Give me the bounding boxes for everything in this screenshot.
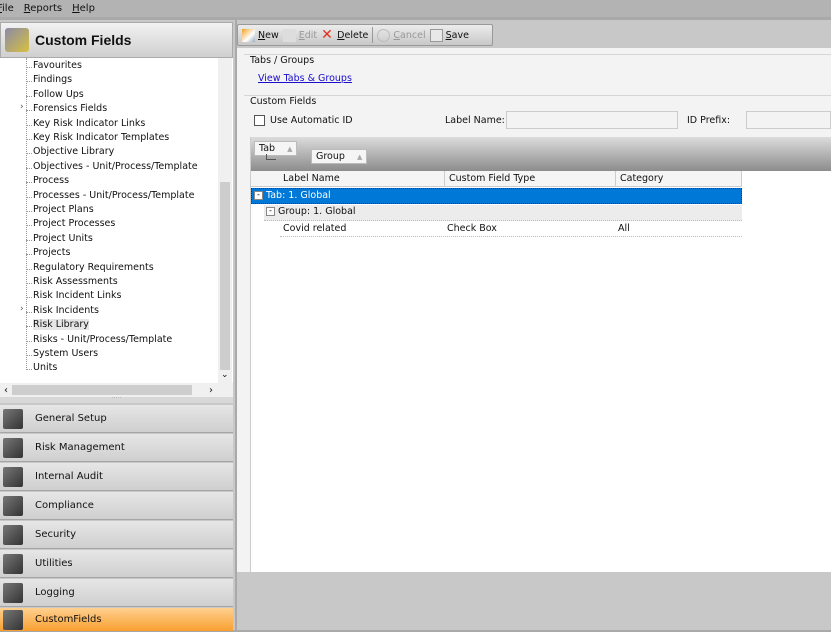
- nav-label: Security: [35, 529, 77, 540]
- delete-icon: ✕: [321, 26, 333, 43]
- use-automatic-id-label: Use Automatic ID: [270, 115, 353, 126]
- security-folder-icon: [3, 524, 23, 545]
- tree-view: Favourites Findings Follow Ups › Forensics F…: [0, 58, 233, 383]
- tab-group-row[interactable]: - Tab: 1. Global: [251, 188, 742, 204]
- tree-item[interactable]: Objective Library: [33, 146, 114, 157]
- save-button[interactable]: Save: [429, 28, 469, 42]
- tree-item[interactable]: Risks - Unit/Process/Template: [33, 334, 172, 345]
- left-panel-header: Custom Fields: [0, 22, 233, 58]
- edit-icon: [282, 28, 296, 42]
- label-name-label: Label Name:: [445, 115, 505, 126]
- id-prefix-label: ID Prefix:: [687, 115, 731, 126]
- splitter[interactable]: ·····: [0, 396, 233, 403]
- tabs-groups-title: Tabs / Groups: [250, 55, 315, 66]
- save-icon: [429, 28, 443, 42]
- group-by-panel: Tab ▲ Group ▲: [251, 137, 831, 171]
- utilities-icon: [3, 553, 23, 574]
- custom-fields-icon: [5, 28, 29, 52]
- menu-reports[interactable]: Reports: [24, 3, 62, 14]
- custom-fields-title: Custom Fields: [250, 96, 317, 107]
- group-by-group[interactable]: Group ▲: [311, 149, 368, 164]
- tree-item[interactable]: Key Risk Indicator Templates: [33, 132, 169, 143]
- nav-label: Compliance: [35, 500, 94, 511]
- risk-icon: [3, 437, 23, 458]
- checklist-icon: [3, 495, 23, 516]
- tree-item[interactable]: Forensics Fields: [33, 103, 107, 114]
- nav-label: Logging: [35, 587, 75, 598]
- clock-icon: [3, 582, 23, 603]
- nav-label: General Setup: [35, 413, 107, 424]
- nav-label: Utilities: [35, 558, 73, 569]
- scroll-down-icon[interactable]: ⌄: [221, 370, 229, 380]
- collapse-icon[interactable]: -: [266, 207, 275, 216]
- menu-bar: File Reports Help: [0, 0, 831, 17]
- table-row[interactable]: Covid related Check Box All: [280, 221, 742, 237]
- nav-utilities[interactable]: Utilities: [0, 550, 233, 578]
- group-row[interactable]: - Group: 1. Global: [264, 205, 742, 221]
- tree-item[interactable]: Risk Library: [33, 319, 89, 331]
- left-panel-title: Custom Fields: [35, 32, 132, 48]
- new-button[interactable]: New: [242, 28, 279, 42]
- tree-item[interactable]: Risk Incidents: [33, 305, 99, 316]
- tree-item[interactable]: Risk Incident Links: [33, 290, 121, 301]
- expand-icon[interactable]: ›: [20, 102, 24, 112]
- toolbar: New Edit ✕ Delete Cancel Save: [237, 24, 493, 46]
- tree-item[interactable]: Risk Assessments: [33, 276, 118, 287]
- briefcase-icon: [3, 466, 23, 487]
- tree-item[interactable]: Processes - Unit/Process/Template: [33, 190, 194, 201]
- nav-general-setup[interactable]: General Setup: [0, 405, 233, 433]
- tree-item[interactable]: Projects: [33, 247, 70, 258]
- tabs-groups-section: Tabs / Groups View Tabs & Groups: [244, 54, 831, 98]
- nav-security[interactable]: Security: [0, 521, 233, 549]
- label-name-input[interactable]: [506, 111, 678, 129]
- nav-label: Internal Audit: [35, 471, 103, 482]
- delete-button[interactable]: ✕ Delete: [321, 26, 368, 43]
- nav-risk-management[interactable]: Risk Management: [0, 434, 233, 462]
- menu-file[interactable]: File: [0, 3, 14, 14]
- new-icon: [242, 28, 255, 42]
- nav-label: CustomFields: [35, 614, 102, 625]
- sort-asc-icon: ▲: [287, 145, 293, 153]
- tree-item[interactable]: Project Processes: [33, 218, 115, 229]
- column-header-label-name[interactable]: Label Name: [251, 171, 445, 187]
- nav-compliance[interactable]: Compliance: [0, 492, 233, 520]
- custom-fields-icon: [3, 609, 23, 630]
- cancel-icon: [377, 28, 391, 42]
- nav-customfields[interactable]: CustomFields: [0, 608, 233, 632]
- folder-icon: [3, 408, 23, 429]
- tree-item[interactable]: Project Plans: [33, 204, 94, 215]
- view-tabs-groups-link[interactable]: View Tabs & Groups: [258, 73, 352, 84]
- menu-help[interactable]: Help: [72, 3, 95, 14]
- nav-logging[interactable]: Logging: [0, 579, 233, 607]
- cancel-button[interactable]: Cancel: [377, 28, 426, 42]
- nav-internal-audit[interactable]: Internal Audit: [0, 463, 233, 491]
- collapse-icon[interactable]: -: [254, 191, 263, 200]
- tree-item[interactable]: System Users: [33, 348, 98, 359]
- tree-item[interactable]: Regulatory Requirements: [33, 262, 154, 273]
- column-header-category[interactable]: Category: [616, 171, 742, 187]
- tree-item[interactable]: Findings: [33, 74, 72, 85]
- tree-item[interactable]: Follow Ups: [33, 89, 84, 100]
- tree-item[interactable]: Project Units: [33, 233, 93, 244]
- column-header-custom-field-type[interactable]: Custom Field Type: [445, 171, 616, 187]
- id-prefix-input[interactable]: [746, 111, 831, 129]
- scroll-right-icon[interactable]: ›: [209, 385, 213, 396]
- tree-item[interactable]: Units: [33, 362, 57, 373]
- tree-item[interactable]: Process: [33, 175, 69, 186]
- tree-vertical-scroll-thumb[interactable]: [220, 182, 230, 370]
- scroll-left-icon[interactable]: ‹: [4, 385, 8, 396]
- tree-item[interactable]: Objectives - Unit/Process/Template: [33, 161, 198, 172]
- tree-horizontal-scroll-thumb[interactable]: [12, 385, 192, 395]
- expand-icon[interactable]: ›: [20, 304, 24, 314]
- nav-label: Risk Management: [35, 442, 125, 453]
- edit-button[interactable]: Edit: [282, 28, 317, 42]
- tree-item[interactable]: Favourites: [33, 60, 82, 71]
- use-automatic-id-checkbox[interactable]: [254, 115, 265, 126]
- tree-item[interactable]: Key Risk Indicator Links: [33, 118, 145, 129]
- sort-asc-icon: ▲: [356, 153, 363, 161]
